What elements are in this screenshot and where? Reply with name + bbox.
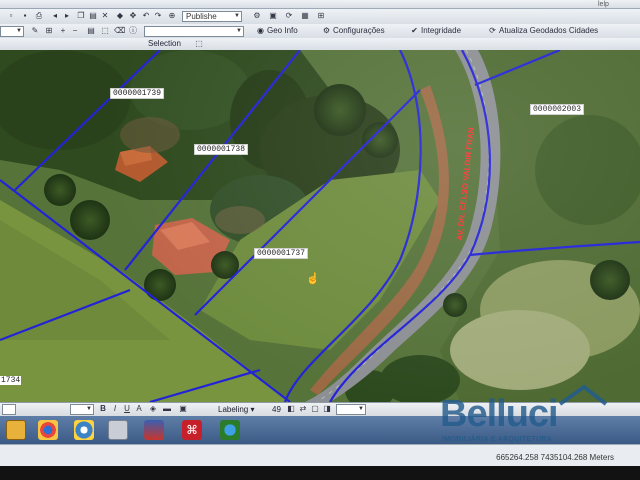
menu-bar: lelp	[0, 0, 640, 9]
save-icon[interactable]: ▪	[20, 11, 30, 21]
chevron-down-icon: ▼	[358, 406, 364, 412]
forward-icon[interactable]: ▸	[62, 11, 72, 21]
measure-icon[interactable]: ⊞	[316, 11, 326, 21]
geo-info-label: Geo Info	[267, 26, 298, 35]
selection-menu[interactable]: Selection	[148, 38, 181, 49]
font-size-dropdown[interactable]: ▼	[70, 404, 94, 415]
brand-name: Belluci	[440, 393, 559, 435]
font-color-icon[interactable]: A	[134, 404, 144, 414]
chevron-down-icon: ▼	[234, 13, 240, 19]
standard-toolbar: ▫ ▪ ⎙ ◂ ▸ ❐ ▤ ✕ ◆ ✥ ↶ ↷ ⊕ Publishe ▼ ⚙ ▣ …	[0, 9, 640, 25]
publisher-dropdown-label: Publishe	[186, 12, 217, 21]
clear-icon[interactable]: ⌫	[114, 26, 125, 36]
chrome-icon[interactable]	[38, 420, 58, 440]
app-icon[interactable]	[144, 420, 164, 440]
zoom-in-icon[interactable]: +	[58, 26, 68, 36]
geo-info-button[interactable]: ◉ Geo Info	[256, 25, 298, 36]
pan-icon[interactable]: ✥	[128, 11, 138, 21]
back-icon[interactable]: ◂	[50, 11, 60, 21]
lot-label[interactable]: 0000001739	[110, 88, 165, 99]
label-view-icon[interactable]: ◨	[322, 404, 332, 414]
select-features-icon[interactable]: ⬚	[194, 39, 204, 49]
draw-icon[interactable]: ✎	[30, 26, 40, 36]
font-dropdown[interactable]	[2, 404, 16, 415]
integridade-label: Integridade	[421, 26, 462, 35]
scale-dropdown[interactable]: ▼	[0, 26, 24, 37]
refresh-icon[interactable]: ⟳	[284, 11, 294, 21]
zoom-value: 49	[272, 405, 281, 414]
shadow-icon[interactable]: ▣	[178, 404, 188, 414]
atualiza-label: Atualiza Geodados Cidades	[499, 26, 599, 35]
check-icon: ✔	[411, 26, 418, 35]
selection-label: Selection	[148, 39, 181, 48]
identify-icon[interactable]: ◆	[115, 11, 125, 21]
labeling-label: Labeling	[218, 405, 249, 414]
globe-icon: ◉	[257, 26, 264, 35]
select-icon[interactable]: ⬚	[100, 26, 110, 36]
table-icon[interactable]: ▤	[86, 26, 96, 36]
refresh-icon: ⟳	[489, 26, 496, 35]
configuracoes-label: Configurações	[333, 26, 385, 35]
explorer-icon[interactable]	[108, 420, 128, 440]
coordinates-readout: 665264.258 7435104.268 Meters	[496, 453, 614, 462]
chevron-down-icon: ▼	[236, 28, 242, 34]
zoom-out-icon[interactable]: −	[70, 26, 80, 36]
map-view[interactable]: 0000001739 0000001738 0000001737 0000002…	[0, 50, 640, 402]
label-class-dropdown[interactable]: ▼	[336, 404, 366, 415]
label-lock-icon[interactable]: ▢	[310, 404, 320, 414]
paste-icon[interactable]: ▤	[88, 11, 98, 21]
hand-cursor-icon: ☝	[306, 273, 320, 285]
undo-icon[interactable]: ↶	[141, 11, 151, 21]
add-data-icon[interactable]: ⊞	[44, 26, 54, 36]
atualiza-button[interactable]: ⟳ Atualiza Geodados Cidades	[488, 25, 598, 36]
chevron-down-icon: ▼	[86, 406, 92, 412]
brand-logo: Belluci IMOBILIÁRIA E ARQUITETURA	[440, 384, 610, 454]
line-color-icon[interactable]: ▬	[162, 404, 172, 414]
underline-icon[interactable]: U	[122, 404, 132, 414]
configuracoes-button[interactable]: ⚙ Configurações	[322, 25, 385, 36]
monitor-bezel	[0, 466, 640, 480]
publisher-dropdown[interactable]: Publishe ▼	[182, 11, 242, 22]
windows-start-icon[interactable]	[6, 420, 26, 440]
copy-icon[interactable]: ❐	[76, 11, 86, 21]
pdf-icon[interactable]: ⌘	[182, 420, 202, 440]
screen: lelp ▫ ▪ ⎙ ◂ ▸ ❐ ▤ ✕ ◆ ✥ ↶ ↷ ⊕ Publishe ▼…	[0, 0, 640, 480]
aerial-map	[0, 50, 640, 402]
zoom-icon[interactable]: ⊕	[167, 11, 177, 21]
layer-icon[interactable]: ▣	[268, 11, 278, 21]
lot-label[interactable]: 0000001737	[254, 248, 309, 259]
italic-icon[interactable]: I	[110, 404, 120, 414]
brand-tagline: IMOBILIÁRIA E ARQUITETURA	[442, 436, 553, 443]
settings-icon: ⚙	[322, 26, 331, 35]
help-menu[interactable]: lelp	[598, 1, 609, 8]
integridade-button[interactable]: ✔ Integridade	[410, 25, 461, 36]
lot-label[interactable]: 0000001738	[194, 144, 249, 155]
grid-icon[interactable]: ▦	[300, 11, 310, 21]
delete-icon[interactable]: ✕	[100, 11, 110, 21]
chevron-down-icon: ▼	[16, 28, 22, 34]
redo-icon[interactable]: ↷	[153, 11, 163, 21]
info-icon[interactable]: ⓘ	[128, 26, 138, 36]
print-icon[interactable]: ⎙	[34, 11, 44, 21]
new-icon[interactable]: ▫	[6, 11, 16, 21]
labeling-menu[interactable]: Labeling ▾	[218, 404, 255, 415]
house-roof-icon	[558, 384, 608, 406]
bold-icon[interactable]: B	[98, 404, 108, 414]
fill-icon[interactable]: ◈	[148, 404, 158, 414]
lot-label[interactable]: 0000002003	[530, 104, 585, 115]
globe-icon[interactable]	[220, 420, 240, 440]
lot-label-partial[interactable]: 1734	[0, 376, 22, 385]
layer-dropdown[interactable]: ▼	[144, 26, 244, 37]
label-tool-icon[interactable]: ◧	[286, 404, 296, 414]
label-move-icon[interactable]: ⇄	[298, 404, 308, 414]
geo-toolbar: ▼ ✎ ⊞ + − ▤ ⬚ ⌫ ⓘ ▼ ◉ Geo Info ⚙ Configura…	[0, 24, 640, 39]
media-player-icon[interactable]	[74, 420, 94, 440]
tool-icon[interactable]: ⚙	[252, 11, 262, 21]
